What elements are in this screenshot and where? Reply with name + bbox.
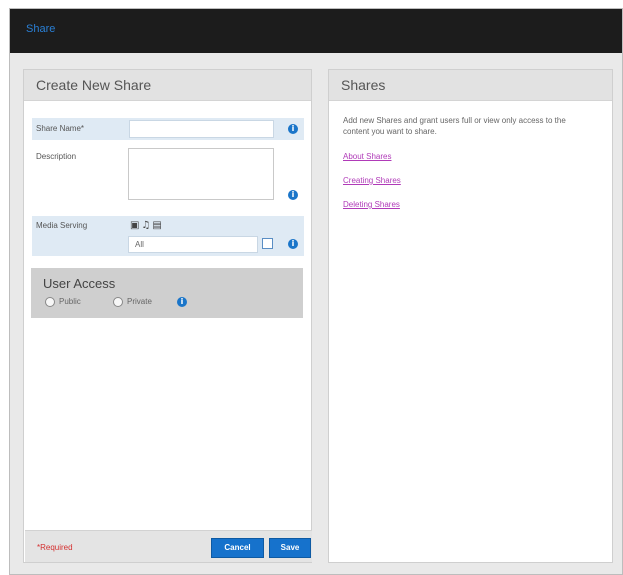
- info-icon[interactable]: i: [288, 124, 298, 134]
- required-note: *Required: [37, 543, 73, 552]
- share-name-input[interactable]: [129, 120, 274, 138]
- description-row: Description i: [32, 148, 304, 212]
- dialog-title: Share: [26, 23, 56, 35]
- create-share-dialog: Share Create New Share Share Name* i Des…: [9, 8, 623, 575]
- info-icon[interactable]: i: [288, 190, 298, 200]
- description-label: Description: [36, 152, 77, 161]
- photo-icon: ▣: [130, 220, 140, 231]
- share-name-row: Share Name* i: [32, 118, 304, 140]
- link-about-shares[interactable]: About Shares: [343, 152, 598, 161]
- info-icon[interactable]: i: [177, 297, 187, 307]
- media-serving-row: Media Serving ▣ ♫ ▤ All i: [32, 216, 304, 256]
- media-serving-label: Media Serving: [36, 221, 88, 230]
- shares-header: Shares: [329, 70, 612, 101]
- shares-help-panel: Shares Add new Shares and grant users fu…: [328, 69, 613, 563]
- info-icon[interactable]: i: [288, 239, 298, 249]
- link-creating-shares[interactable]: Creating Shares: [343, 176, 598, 185]
- music-icon: ♫: [141, 220, 151, 231]
- link-deleting-shares[interactable]: Deleting Shares: [343, 200, 598, 209]
- create-share-panel: Create New Share Share Name* i Descripti…: [23, 69, 312, 563]
- shares-intro-text: Add new Shares and grant users full or v…: [343, 116, 566, 136]
- media-type-icons: ▣ ♫ ▤: [130, 220, 162, 231]
- video-icon: ▤: [152, 220, 162, 231]
- user-access-section: User Access Public Private i: [31, 268, 303, 318]
- public-radio[interactable]: [45, 297, 55, 307]
- private-radio[interactable]: [113, 297, 123, 307]
- description-textarea[interactable]: [128, 148, 274, 200]
- create-share-header: Create New Share: [24, 70, 311, 101]
- media-serving-checkbox[interactable]: [262, 238, 273, 249]
- media-serving-select[interactable]: All: [128, 236, 258, 253]
- cancel-button[interactable]: Cancel: [211, 538, 264, 558]
- private-radio-label[interactable]: Private: [127, 297, 152, 306]
- save-button[interactable]: Save: [269, 538, 311, 558]
- user-access-title: User Access: [43, 276, 116, 291]
- create-share-footer: *Required Cancel Save: [25, 530, 312, 562]
- share-name-label: Share Name*: [36, 124, 85, 133]
- public-radio-label[interactable]: Public: [59, 297, 81, 306]
- dialog-titlebar: Share: [10, 9, 622, 53]
